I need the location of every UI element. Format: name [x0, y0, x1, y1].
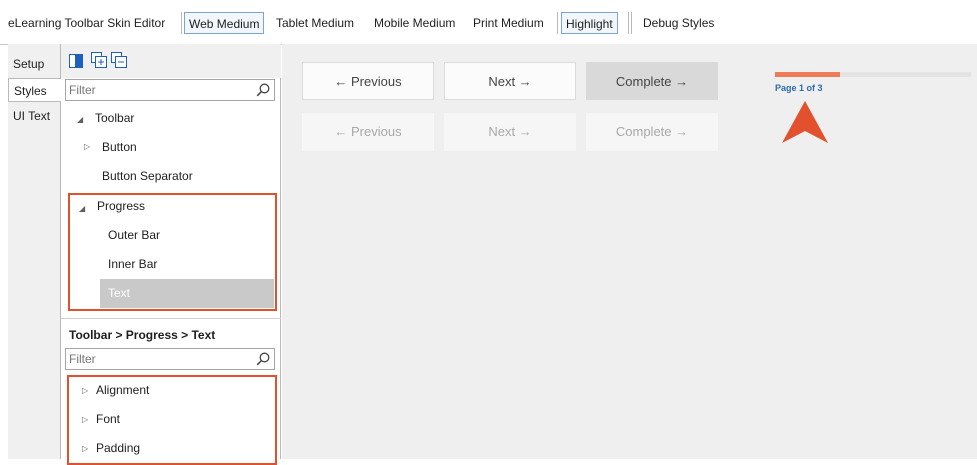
panel-divider	[61, 318, 281, 319]
callout-arrow-icon	[782, 101, 828, 143]
expanded-arrow-icon[interactable]: ◢	[77, 115, 83, 124]
complete-button[interactable]: Complete →	[586, 62, 718, 100]
previous-button-disabled: ← Previous	[302, 113, 434, 151]
search-icon	[256, 83, 270, 97]
previous-button[interactable]: ← Previous	[302, 62, 434, 100]
collapse-all-icon[interactable]	[111, 52, 127, 68]
complete-button-disabled: Complete →	[586, 113, 718, 151]
tab-setup[interactable]: Setup	[8, 52, 61, 76]
panel-toolbar	[61, 44, 281, 78]
print-medium-button[interactable]: Print Medium	[469, 12, 548, 34]
progress-text: Page 1 of 3	[775, 83, 823, 93]
properties-filter-field[interactable]	[65, 348, 275, 370]
tree-item-button[interactable]: Button	[102, 134, 137, 160]
tree-filter-input[interactable]	[69, 83, 249, 97]
progress-outer-bar	[775, 72, 971, 77]
expand-all-icon[interactable]	[91, 52, 107, 68]
search-icon	[256, 352, 270, 366]
mobile-medium-button[interactable]: Mobile Medium	[370, 12, 459, 34]
toolbar-separator	[628, 12, 629, 34]
web-medium-button[interactable]: Web Medium	[184, 12, 265, 34]
editor-title: eLearning Toolbar Skin Editor	[8, 16, 166, 30]
preview-canvas	[282, 44, 977, 459]
toolbar-separator	[631, 12, 632, 34]
next-button-disabled: Next →	[444, 113, 576, 151]
tablet-medium-button[interactable]: Tablet Medium	[272, 12, 358, 34]
toolbar-separator	[557, 12, 558, 34]
tab-styles[interactable]: Styles	[8, 78, 61, 102]
properties-filter-input[interactable]	[69, 352, 249, 366]
panel-layout-icon[interactable]	[69, 54, 83, 68]
toolbar-separator	[181, 12, 182, 34]
highlight-box-properties	[67, 375, 277, 465]
next-button[interactable]: Next →	[444, 62, 576, 100]
collapsed-arrow-icon[interactable]: ▷	[84, 142, 90, 151]
debug-styles-button[interactable]: Debug Styles	[639, 12, 718, 34]
selection-breadcrumb: Toolbar > Progress > Text	[69, 328, 216, 342]
editor-toolbar: eLearning Toolbar Skin Editor Web Medium…	[0, 0, 977, 45]
progress-inner-bar	[775, 72, 841, 77]
tree-item-toolbar[interactable]: Toolbar	[95, 105, 134, 131]
tree-filter-field[interactable]	[65, 79, 275, 101]
highlight-toggle[interactable]: Highlight	[561, 12, 618, 34]
highlight-box-progress	[68, 193, 277, 311]
tree-item-button-separator[interactable]: Button Separator	[102, 163, 193, 189]
tab-ui-text[interactable]: UI Text	[8, 104, 61, 128]
